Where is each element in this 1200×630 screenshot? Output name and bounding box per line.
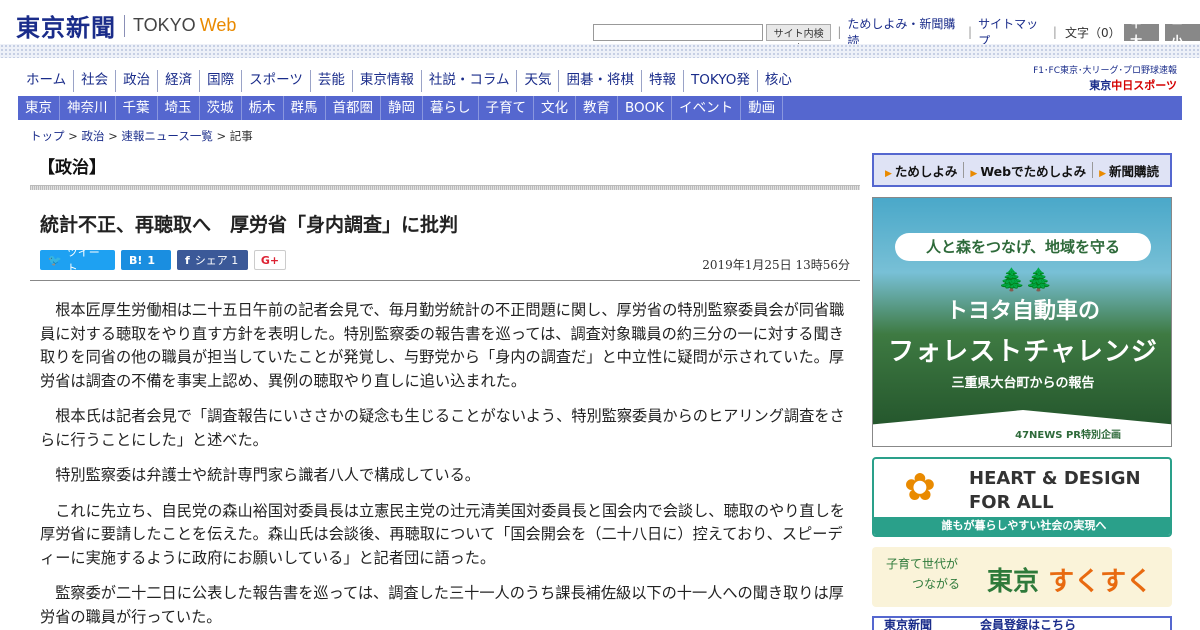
tree-icon: 🌲🌲 [998, 268, 1053, 293]
header-dot-band [0, 44, 1200, 58]
membership-ad[interactable]: 東京新聞 会員登録はこちら [872, 616, 1172, 630]
nav-item-editorial[interactable]: 社説・コラム [420, 70, 517, 92]
article-paragraph: 監察委が二十二日に公表した報告書を巡っては、調査した三十一人のうち課長補佐級以下… [40, 584, 844, 626]
ad-title-2: フォレストチャレンジ [888, 337, 1158, 367]
nav-item-sports[interactable]: スポーツ [241, 70, 310, 92]
ad-subtitle: 三重県大台町からの報告 [951, 376, 1095, 391]
subnav-culture[interactable]: 文化 [534, 96, 576, 120]
divider: | [837, 25, 842, 39]
subnav-education[interactable]: 教育 [576, 96, 618, 120]
ad2-caption: 誰もが暮らしやすい社会の実現へ [874, 517, 1170, 535]
breadcrumb-news-list[interactable]: 速報ニュース一覧 [121, 129, 212, 143]
article-headline: 統計不正、再聴取へ 厚労省「身内調査」に批判 [40, 214, 459, 236]
nav-item-special[interactable]: 特報 [640, 70, 683, 92]
google-plus-button[interactable]: G+ [254, 250, 286, 270]
breadcrumb-politics[interactable]: 政治 [81, 129, 104, 143]
nav-item-politics[interactable]: 政治 [115, 70, 157, 92]
subnav-kanagawa[interactable]: 神奈川 [60, 96, 116, 120]
ad2-line2: FOR ALL [969, 492, 1054, 513]
site-logo[interactable]: 東京新聞 TOKYO Web [16, 8, 236, 43]
article-divider [30, 280, 860, 281]
subnav-tochigi[interactable]: 栃木 [242, 96, 284, 120]
nav-item-core[interactable]: 核心 [756, 70, 799, 92]
section-divider [30, 185, 860, 190]
main-nav: ホーム 社会 政治 経済 国際 スポーツ 芸能 東京情報 社説・コラム 天気 囲… [18, 70, 799, 92]
section-title: 【政治】 [38, 158, 106, 178]
breadcrumb-current: 記事 [229, 129, 253, 143]
social-share-bar: 🐦 ツイート B! 1 f シェア 1 G+ [40, 246, 286, 275]
article-body: 根本匠厚生労働相は二十五日午前の記者会見で、毎月勤労統計の不正問題に関し、厚労省… [40, 299, 845, 630]
tweet-button[interactable]: 🐦 ツイート [40, 246, 115, 275]
subnav-parenting[interactable]: 子育て [479, 96, 534, 120]
nav-item-economy[interactable]: 経済 [157, 70, 199, 92]
article-paragraph: 根本氏は記者会見で「調査報告にいささかの疑念も生じることがないよう、特別監察委員… [40, 407, 845, 449]
facebook-icon: f [185, 253, 190, 267]
arrow-icon: ▶ [884, 168, 892, 179]
subnav-event[interactable]: イベント [672, 96, 742, 120]
subscription-links: ▶ ためしよみ ▶ Webでためしよみ ▶ 新聞購読 [872, 153, 1172, 187]
regional-nav: 東京 神奈川 千葉 埼玉 茨城 栃木 群馬 首都圏 静岡 暮らし 子育て 文化 … [18, 96, 1182, 120]
logo-english: TOKYO [133, 15, 196, 35]
chunichi-sports-link[interactable]: F1･FC東京･大リーグ･プロ野球速報 東京中日スポーツ [1027, 63, 1177, 93]
hatena-icon: B! [129, 253, 143, 267]
font-size-label: 文字（0） [1064, 25, 1121, 40]
subnav-book[interactable]: BOOK [618, 96, 673, 120]
nav-item-international[interactable]: 国際 [199, 70, 241, 92]
nav-item-tokyo-info[interactable]: 東京情報 [351, 70, 421, 92]
subnav-saitama[interactable]: 埼玉 [158, 96, 200, 120]
heart-design-ad[interactable]: ✿ HEART & DESIGN FOR ALL 誰もが暮らしやすい社会の実現へ [872, 457, 1172, 537]
article-date: 2019年1月25日 13時56分 [702, 258, 850, 272]
subnav-living[interactable]: 暮らし [423, 96, 479, 120]
ad3-line2: つながる [912, 577, 961, 591]
subnav-chiba[interactable]: 千葉 [116, 96, 158, 120]
breadcrumb: トップ > 政治 > 速報ニュース一覧 > 記事 [30, 129, 253, 143]
facebook-share-button[interactable]: f シェア 1 [177, 250, 248, 270]
ad3-line1: 子育て世代が [886, 557, 959, 571]
logo-divider [124, 14, 125, 37]
nav-item-go-shogi[interactable]: 囲碁・将棋 [558, 70, 641, 92]
divider: | [1052, 25, 1057, 39]
subscribe-sidebar-link[interactable]: ▶ 新聞購読 [1093, 161, 1165, 180]
ad3-brand: 東京 すくすく [987, 567, 1153, 597]
article-paragraph: 根本匠厚生労働相は二十五日午前の記者会見で、毎月勤労統計の不正問題に関し、厚労省… [40, 301, 845, 390]
nav-item-weather[interactable]: 天気 [516, 70, 558, 92]
ad-banner-text: 人と森をつなげ、地域を守る [895, 233, 1151, 261]
subnav-ibaraki[interactable]: 茨城 [200, 96, 242, 120]
logo-web: Web [199, 15, 237, 35]
chunichi-sub: F1･FC東京･大リーグ･プロ野球速報 [1033, 66, 1177, 76]
chunichi-brand: 東京中日スポーツ [1089, 79, 1177, 92]
subnav-tokyo[interactable]: 東京 [18, 96, 60, 120]
subnav-video[interactable]: 動画 [741, 96, 784, 120]
tokyo-sukusuku-ad[interactable]: 子育て世代が つながる 東京 すくすく [872, 547, 1172, 607]
nav-item-entertainment[interactable]: 芸能 [309, 70, 352, 92]
toyota-forest-ad[interactable]: 人と森をつなげ、地域を守る 🌲🌲 トヨタ自動車の フォレストチャレンジ 三重県大… [872, 197, 1172, 447]
font-larger-button[interactable]: ＋大 [1124, 17, 1160, 48]
nav-item-home[interactable]: ホーム [18, 70, 73, 92]
logo-japanese: 東京新聞 [16, 13, 116, 42]
twitter-icon: 🐦 [48, 253, 62, 267]
breadcrumb-top[interactable]: トップ [30, 129, 65, 143]
ad-footer-text: 47NEWS PR特別企画 [1015, 430, 1121, 441]
article-paragraph: 特別監察委は弁護士や統計専門家ら識者八人で構成している。 [55, 466, 480, 484]
subnav-shizuoka[interactable]: 静岡 [381, 96, 423, 120]
nav-item-tokyo-hatsu[interactable]: TOKYO発 [682, 70, 757, 92]
ad-title-1: トヨタ自動車の [945, 299, 1100, 324]
arrow-icon: ▶ [970, 168, 978, 179]
header: 東京新聞 TOKYO Web サイト内検索 | ためしよみ・新聞購読 | サイト… [0, 0, 1200, 55]
nav-item-society[interactable]: 社会 [73, 70, 115, 92]
star-logo-icon: ✿ [904, 465, 936, 509]
divider: | [968, 25, 973, 39]
ad2-line1: HEART & DESIGN [969, 468, 1141, 489]
subnav-gunma[interactable]: 群馬 [284, 96, 326, 120]
trial-link[interactable]: ▶ ためしよみ [879, 161, 963, 180]
subnav-shutoken[interactable]: 首都圏 [326, 96, 381, 120]
search-input[interactable] [593, 23, 763, 41]
site-search-button[interactable]: サイト内検索 [766, 23, 832, 55]
arrow-icon: ▶ [1099, 168, 1107, 179]
font-smaller-button[interactable]: －小 [1165, 17, 1200, 48]
article-paragraph: これに先立ち、自民党の森山裕国対委員長は立憲民主党の辻元清美国対委員長と国会内で… [40, 501, 845, 567]
hatena-bookmark-button[interactable]: B! 1 [121, 250, 171, 270]
web-trial-link[interactable]: ▶ Webでためしよみ [964, 161, 1092, 180]
